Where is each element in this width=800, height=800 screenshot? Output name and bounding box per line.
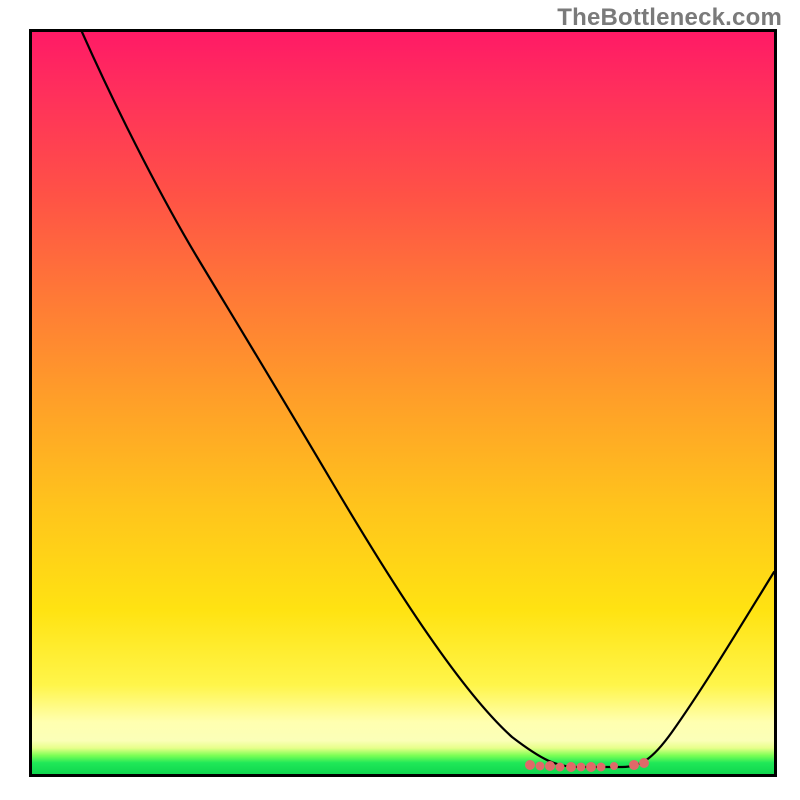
curve-svg bbox=[32, 32, 774, 774]
chart-container: TheBottleneck.com bbox=[0, 0, 800, 800]
plot-area bbox=[29, 29, 777, 777]
bottleneck-curve bbox=[82, 32, 774, 767]
watermark-text: TheBottleneck.com bbox=[557, 4, 782, 32]
valley-dots bbox=[526, 759, 649, 772]
